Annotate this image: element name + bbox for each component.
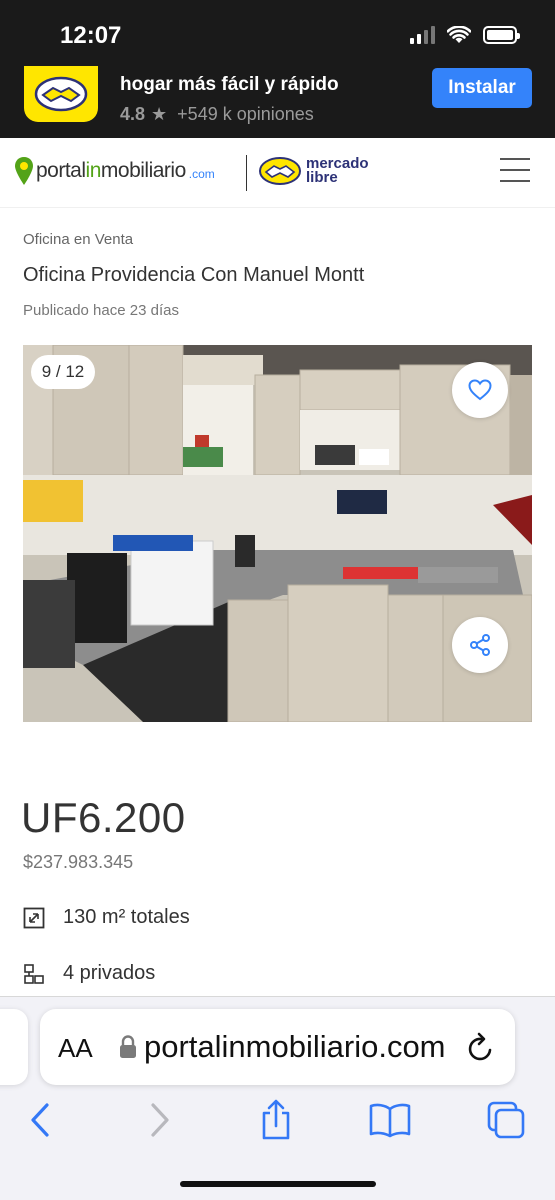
home-indicator [180,1181,376,1187]
feature-area-label: 130 m² totales [63,906,190,928]
status-bar: 12:07 [0,0,555,66]
install-button[interactable]: Instalar [432,68,532,108]
hamburger-menu-icon[interactable] [500,158,530,182]
handshake-icon [24,66,98,122]
feature-rooms-label: 4 privados [63,962,156,984]
share-upload-icon [262,1099,290,1140]
logo-divider [246,155,247,191]
tabs-icon [487,1101,525,1139]
star-icon: ★ [151,104,168,124]
feature-rooms: 4 privados [23,962,155,985]
app-install-banner: hogar más fácil y rápido 4.8 ★ +549 k op… [0,66,555,138]
feature-area: 130 m² totales [23,906,190,929]
listing-published-date: Publicado hace 23 días [23,302,179,319]
cellular-signal-icon [410,26,435,44]
mercadolibre-logo[interactable]: mercado libre [258,156,369,186]
photo-counter: 9 / 12 [31,355,95,389]
chevron-left-icon [31,1103,49,1137]
wifi-icon [447,26,471,43]
handshake-icon [259,157,301,185]
portalinmobiliario-logo[interactable]: portalinmobiliario .com [14,156,215,186]
bookmarks-button[interactable] [368,1100,412,1140]
heart-icon [468,379,492,401]
location-pin-icon [15,157,33,185]
tabs-button[interactable] [484,1100,528,1140]
listing-price: UF6.200 [21,794,186,841]
address-bar[interactable]: AA portalinmobiliario.com [40,1009,515,1085]
reader-settings-button[interactable]: AA [58,1033,93,1064]
browser-bottom-bar: AA portalinmobiliario.com [0,996,555,1200]
previous-tab-peek[interactable] [0,1009,28,1085]
share-page-button[interactable] [254,1099,298,1140]
reload-icon[interactable] [466,1031,496,1063]
app-banner-rating: 4.8 ★ +549 k opiniones [120,104,314,124]
listing-title: Oficina Providencia Con Manuel Montt [23,264,365,286]
favorite-button[interactable] [452,362,508,418]
status-icons [410,26,520,44]
app-banner-title: hogar más fácil y rápido [120,74,339,95]
book-icon [369,1103,411,1138]
chevron-right-icon [151,1103,169,1137]
site-header: portalinmobiliario .com mercado libre [0,138,555,208]
lock-icon [120,1035,136,1058]
share-button[interactable] [452,617,508,673]
forward-button[interactable] [138,1100,182,1140]
listing-price-clp: $237.983.345 [23,852,134,872]
office-icon [23,963,45,985]
listing-category: Oficina en Venta [23,231,134,248]
back-button[interactable] [18,1100,62,1140]
area-icon [23,907,45,929]
share-icon [470,634,490,656]
status-time: 12:07 [60,22,122,49]
url-text: portalinmobiliario.com [144,1029,446,1064]
battery-icon [483,26,520,44]
